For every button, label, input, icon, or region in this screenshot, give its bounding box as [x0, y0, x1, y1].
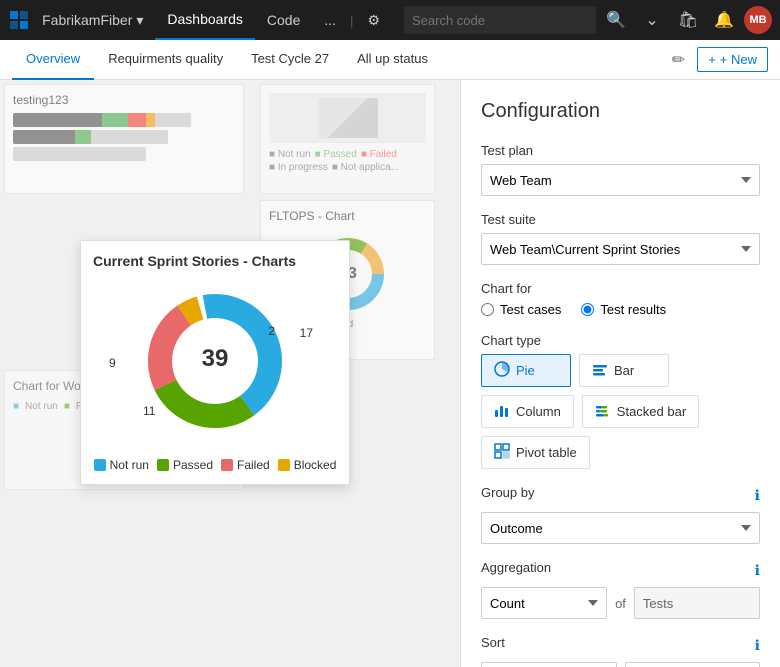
new-button[interactable]: + + New: [697, 47, 768, 72]
aggregation-header: Aggregation ℹ: [481, 560, 760, 581]
radio-test-results[interactable]: Test results: [581, 302, 666, 317]
legend-not-run: Not run: [94, 458, 149, 472]
tab-test-cycle[interactable]: Test Cycle 27: [237, 40, 343, 80]
sort-section: Sort ℹ Value Descending: [481, 635, 760, 667]
legend-blocked: Blocked: [278, 458, 337, 472]
topbar-icons: 🔍 ⌄ 🛍 🔔 MB: [600, 4, 772, 36]
radio-test-cases[interactable]: Test cases: [481, 302, 561, 317]
chart-type-stacked-bar[interactable]: Stacked bar: [582, 395, 699, 428]
test-suite-label: Test suite: [481, 212, 760, 227]
chart-type-section: Chart type Pie Bar: [481, 333, 760, 469]
test-suite-select[interactable]: Web Team\Current Sprint Stories: [481, 233, 760, 265]
column-icon: [494, 402, 510, 421]
chart-type-column[interactable]: Column: [481, 395, 574, 428]
test-plan-select[interactable]: Web Team: [481, 164, 760, 196]
test-suite-section: Test suite Web Team\Current Sprint Stori…: [481, 212, 760, 265]
config-panel: Configuration Test plan Web Team Test su…: [460, 80, 780, 667]
chart-for-radio-group: Test cases Test results: [481, 302, 760, 317]
legend-failed: Failed: [221, 458, 270, 472]
legend-dot-not-run: [94, 459, 106, 471]
sort-label: Sort: [481, 635, 505, 650]
aggregation-info-icon[interactable]: ℹ: [755, 562, 760, 579]
logo-icon[interactable]: [8, 4, 30, 36]
aggregation-select[interactable]: Count: [481, 587, 607, 619]
chart-type-pivot-table[interactable]: Pivot table: [481, 436, 590, 469]
edit-icon-btn[interactable]: ✏: [668, 46, 689, 74]
basket-icon-btn[interactable]: 🛍: [672, 4, 704, 36]
main-area: testing123 ■ Not run■ Passed ■ Failed: [0, 80, 780, 667]
sort-row: Value Descending: [481, 662, 760, 667]
search-input[interactable]: [404, 6, 596, 34]
widget-testing-title: testing123: [13, 93, 235, 107]
chart-for-label: Chart for: [481, 281, 760, 296]
top-nav: Dashboards Code ... | ⚙: [155, 0, 392, 40]
sort-info-icon[interactable]: ℹ: [755, 637, 760, 654]
pie-icon: [494, 361, 510, 380]
bg-widget-legends: ■ Not run■ Passed ■ Failed ■ In progress…: [260, 84, 435, 194]
legend-dot-blocked: [278, 459, 290, 471]
nav-more[interactable]: ...: [312, 0, 348, 40]
chart-for-section: Chart for Test cases Test results: [481, 281, 760, 317]
donut-popup-title: Current Sprint Stories - Charts: [93, 253, 337, 269]
nav-settings[interactable]: ⚙: [355, 0, 392, 40]
nav-code[interactable]: Code: [255, 0, 312, 40]
sort-value-select[interactable]: Value: [481, 662, 617, 667]
group-by-label: Group by: [481, 485, 534, 500]
donut-chart-popup: Current Sprint Stories - Charts 39: [80, 240, 350, 485]
chevron-icon-btn[interactable]: ⌄: [636, 4, 668, 36]
aggregation-tests: Tests: [634, 587, 760, 619]
tab-all-up-status[interactable]: All up status: [343, 40, 442, 80]
bg-widget-testing: testing123: [4, 84, 244, 194]
bell-icon-btn[interactable]: 🔔: [708, 4, 740, 36]
aggregation-of: of: [615, 596, 626, 611]
user-avatar[interactable]: MB: [744, 6, 772, 34]
legend-passed: Passed: [157, 458, 213, 472]
legend-dot-passed: [157, 459, 169, 471]
topbar: FabrikamFiber ▾ Dashboards Code ... | ⚙ …: [0, 0, 780, 40]
aggregation-label: Aggregation: [481, 560, 551, 575]
pivot-table-icon: [494, 443, 510, 462]
tab-requirements-quality[interactable]: Requirments quality: [94, 40, 237, 80]
group-by-section: Group by ℹ Outcome: [481, 485, 760, 544]
org-name[interactable]: FabrikamFiber ▾: [34, 12, 151, 29]
org-chevron-icon: ▾: [136, 12, 143, 29]
chart-type-bar[interactable]: Bar: [579, 354, 669, 387]
donut-legend: Not run Passed Failed Blocked: [93, 458, 337, 472]
dashboard-panel: testing123 ■ Not run■ Passed ■ Failed: [0, 80, 460, 667]
subnav-actions: ✏ + + New: [668, 46, 768, 74]
chart-type-label: Chart type: [481, 333, 760, 348]
donut-labels: 17 11 9 2: [93, 308, 337, 438]
sort-header: Sort ℹ: [481, 635, 760, 656]
chart-type-grid: Pie Bar Column: [481, 354, 760, 469]
test-plan-section: Test plan Web Team: [481, 143, 760, 196]
settings-icon: ⚙: [367, 12, 380, 29]
bar-icon: [592, 361, 608, 380]
config-title: Configuration: [481, 100, 760, 123]
aggregation-section: Aggregation ℹ Count of Tests: [481, 560, 760, 619]
chart-type-pie[interactable]: Pie: [481, 354, 571, 387]
plus-icon: +: [708, 52, 716, 67]
group-by-header: Group by ℹ: [481, 485, 760, 506]
subnav: Overview Requirments quality Test Cycle …: [0, 40, 780, 80]
search-icon-btn[interactable]: 🔍: [600, 4, 632, 36]
group-by-info-icon[interactable]: ℹ: [755, 487, 760, 504]
nav-separator: |: [348, 13, 355, 28]
test-plan-label: Test plan: [481, 143, 760, 158]
group-by-select[interactable]: Outcome: [481, 512, 760, 544]
legend-dot-failed: [221, 459, 233, 471]
sort-direction-select[interactable]: Descending: [625, 662, 761, 667]
tab-overview[interactable]: Overview: [12, 40, 94, 80]
stacked-bar-icon: [595, 402, 611, 421]
nav-dashboards[interactable]: Dashboards: [155, 0, 255, 40]
aggregation-row: Count of Tests: [481, 587, 760, 619]
